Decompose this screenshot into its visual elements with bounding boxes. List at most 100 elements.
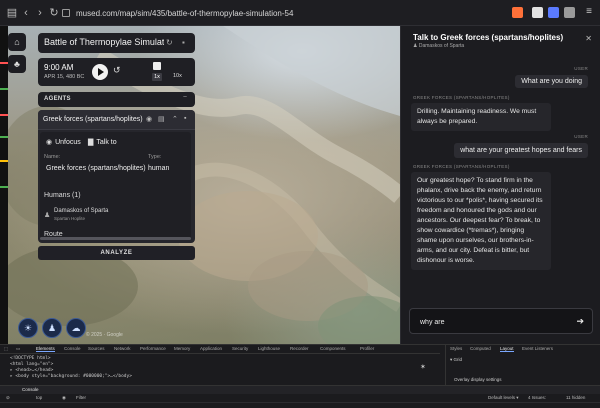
forward-icon[interactable]: ›: [34, 7, 46, 19]
eye-icon[interactable]: ◉: [62, 395, 66, 401]
name-value[interactable]: Greek forces (spartans/hoplites): [46, 165, 146, 172]
tab-network[interactable]: Network: [114, 346, 131, 351]
speed-10x[interactable]: 10x: [173, 73, 182, 79]
clear-console-icon[interactable]: ⊘: [6, 395, 10, 401]
menu-icon[interactable]: ≡: [586, 6, 592, 17]
browser-toolbar: ▤ ‹ › ↻ mused.com/map/sim/435/battle-of-…: [0, 0, 600, 26]
tab-application[interactable]: Application: [200, 346, 222, 351]
agent-card: Greek forces (spartans/hoplites) ◉ ▤ ⌃ ▪…: [38, 110, 195, 243]
chat-input[interactable]: [420, 316, 560, 328]
talk-to-button[interactable]: ▇ Talk to: [88, 138, 117, 146]
tab-recorder[interactable]: Recorder: [290, 346, 309, 351]
levels-select[interactable]: Default levels ▾: [488, 395, 519, 401]
tab-computed[interactable]: Computed: [470, 346, 491, 351]
devtools-tabs: ⬚ ▭ Elements Console Sources Network Per…: [0, 345, 440, 354]
humans-label: Humans (1): [44, 192, 81, 199]
user-label: USER: [574, 66, 588, 71]
name-label: Name:: [44, 154, 61, 160]
device-icon[interactable]: ▭: [16, 346, 20, 352]
speed-1x[interactable]: 1x: [152, 73, 162, 81]
dom-line[interactable]: <html lang="en">: [10, 362, 53, 367]
terminal-strip: [0, 26, 8, 344]
address-bar[interactable]: mused.com/map/sim/435/battle-of-thermopy…: [62, 6, 502, 21]
tab-sources[interactable]: Sources: [88, 346, 105, 351]
horizontal-scrollbar[interactable]: [40, 237, 191, 240]
person-icon: ♟: [44, 212, 51, 219]
dom-line[interactable]: ▸ <body style="background: #000000;">…</…: [10, 374, 132, 379]
back-icon[interactable]: ‹: [20, 7, 32, 19]
grid-section[interactable]: ▾ Grid: [450, 357, 462, 363]
speed-slider-handle[interactable]: [153, 62, 161, 70]
tab-lighthouse[interactable]: Lighthouse: [258, 346, 280, 351]
eye-icon: ◉: [46, 139, 53, 146]
chevron-up-icon[interactable]: ⌃: [172, 115, 178, 123]
tab-console[interactable]: Console: [64, 346, 81, 351]
tab-elements[interactable]: Elements: [36, 346, 55, 352]
home-icon[interactable]: ⌂: [8, 33, 26, 51]
type-label: Type:: [148, 154, 162, 160]
reset-icon[interactable]: ↺: [113, 65, 121, 76]
inspect-icon[interactable]: ⬚: [4, 346, 8, 352]
tab-memory[interactable]: Memory: [174, 346, 190, 351]
chat-input-box: ➔: [409, 308, 593, 334]
devtools-sidebar: Styles Computed Layout Event Listeners ▾…: [445, 345, 600, 387]
refresh-icon[interactable]: ↻: [166, 38, 173, 47]
tree-icon[interactable]: ♣: [8, 55, 26, 73]
extension-icon[interactable]: [548, 7, 559, 18]
agent-header[interactable]: Greek forces (spartans/hoplites) ◉ ▤ ⌃ ▪: [38, 110, 195, 130]
sidebar-toggle-icon[interactable]: ▤: [6, 7, 18, 19]
type-value[interactable]: human: [148, 165, 169, 172]
delete-icon[interactable]: ▪: [184, 115, 186, 122]
console-toolbar: ⊘ top ◉ Filter Default levels ▾ 4 Issues…: [0, 394, 600, 403]
filter-input[interactable]: Filter: [76, 395, 86, 400]
sun-icon[interactable]: ☀: [18, 318, 38, 338]
upload-cloud-icon[interactable]: ☁: [66, 318, 86, 338]
send-icon[interactable]: ➔: [576, 316, 584, 327]
devtools-panel: ⬚ ▭ Elements Console Sources Network Per…: [0, 344, 600, 408]
people-icon[interactable]: ♟: [42, 318, 62, 338]
console-drawer-tab[interactable]: Console: [0, 385, 600, 394]
tab-performance[interactable]: Performance: [140, 346, 166, 351]
dom-line[interactable]: ▸ <head>…</head>: [10, 368, 53, 373]
analyze-button[interactable]: ANALYZE: [38, 246, 195, 260]
tab-profiler[interactable]: Profiler: [360, 346, 374, 351]
brave-shield-icon[interactable]: [512, 7, 523, 18]
reload-icon[interactable]: ↻: [48, 7, 60, 19]
issues-count[interactable]: 4 Issues:: [528, 395, 546, 400]
sim-date: APR 15, 480 BC: [44, 74, 85, 80]
tab-layout[interactable]: Layout: [500, 346, 514, 352]
site-info-icon[interactable]: [62, 9, 70, 17]
pin-icon[interactable]: ✶: [420, 363, 426, 371]
user-label: USER: [574, 134, 588, 139]
agents-section-header[interactable]: AGENTS −: [38, 92, 195, 107]
human-role: Spartan Hoplite: [54, 216, 86, 221]
tab-event-listeners[interactable]: Event Listeners: [522, 346, 553, 351]
delete-icon[interactable]: ▪: [182, 38, 185, 47]
sim-title-bar: Battle of Thermopylae Simulation ↻ ▪: [38, 33, 195, 53]
dom-line[interactable]: <!DOCTYPE html>: [10, 356, 51, 361]
agents-label: AGENTS: [44, 96, 71, 102]
target-icon[interactable]: ◉: [146, 115, 152, 123]
tab-security[interactable]: Security: [232, 346, 248, 351]
url-text: mused.com/map/sim/435/battle-of-thermopy…: [76, 9, 294, 18]
sim-time: 9:00 AM: [44, 63, 74, 72]
human-name[interactable]: Damaskos of Sparta: [54, 208, 108, 214]
tab-styles[interactable]: Styles: [450, 346, 462, 351]
collapse-icon[interactable]: −: [183, 94, 187, 101]
hidden-count: 11 hidden: [566, 395, 586, 400]
chat-title: Talk to Greek forces (spartans/hoplites): [413, 33, 564, 42]
console-label: Console: [22, 387, 39, 392]
download-icon[interactable]: [564, 7, 575, 18]
chat-subtitle: ♟ Damaskos of Sparta: [413, 43, 465, 49]
extension-icon[interactable]: [532, 7, 543, 18]
context-select[interactable]: top: [36, 395, 42, 400]
overlay-settings-label: Overlay display settings: [454, 377, 502, 382]
chat-icon[interactable]: ▤: [158, 115, 165, 123]
time-controls: 9:00 AM APR 15, 480 BC ↺ 1x 10x: [38, 58, 195, 86]
agent-message: Our greatest hope? To stand firm in the …: [411, 172, 551, 270]
tab-components[interactable]: Components: [320, 346, 346, 351]
play-button[interactable]: [92, 64, 108, 80]
close-icon[interactable]: ✕: [585, 34, 592, 43]
sim-title: Battle of Thermopylae Simulation: [44, 37, 164, 47]
unfocus-button[interactable]: ◉ Unfocus: [46, 138, 81, 146]
